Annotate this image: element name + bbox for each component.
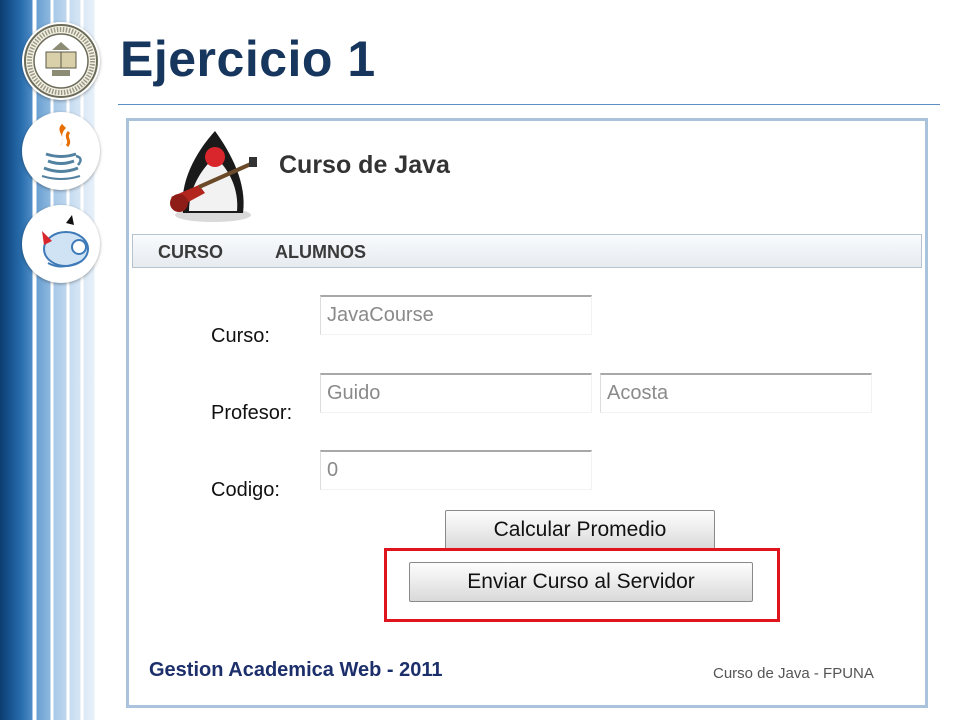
curso-label: Curso: — [211, 325, 270, 347]
profesor-nombre-input[interactable] — [320, 373, 592, 413]
footer-course-credit: Curso de Java - FPUNA — [713, 665, 874, 682]
calcular-promedio-button[interactable]: Calcular Promedio — [445, 510, 715, 550]
app-title: Curso de Java — [279, 151, 450, 179]
university-seal-icon — [22, 22, 100, 100]
java-cup-icon — [22, 112, 100, 190]
codigo-label: Codigo: — [211, 479, 280, 501]
curso-input[interactable] — [320, 295, 592, 335]
app-header: Curso de Java — [129, 121, 925, 233]
profesor-label: Profesor: — [211, 402, 293, 424]
menu-item-curso[interactable]: CURSO — [158, 242, 223, 263]
slide-title: Ejercicio 1 — [120, 31, 376, 87]
codigo-input[interactable] — [320, 450, 592, 490]
highlight-box — [384, 548, 780, 622]
profesor-apellido-input[interactable] — [600, 373, 872, 413]
duke-guitar-icon — [170, 131, 257, 222]
title-divider — [118, 104, 940, 105]
menu-bar: CURSO ALUMNOS — [132, 234, 922, 268]
footer-app-name: Gestion Academica Web - 2011 — [149, 659, 443, 681]
decorative-stripes — [0, 0, 112, 720]
duke-mascot-icon — [22, 205, 100, 283]
menu-item-alumnos[interactable]: ALUMNOS — [275, 242, 366, 263]
slide: Ejercicio 1 Curso de Java CURSO ALUMNOS … — [0, 0, 960, 720]
